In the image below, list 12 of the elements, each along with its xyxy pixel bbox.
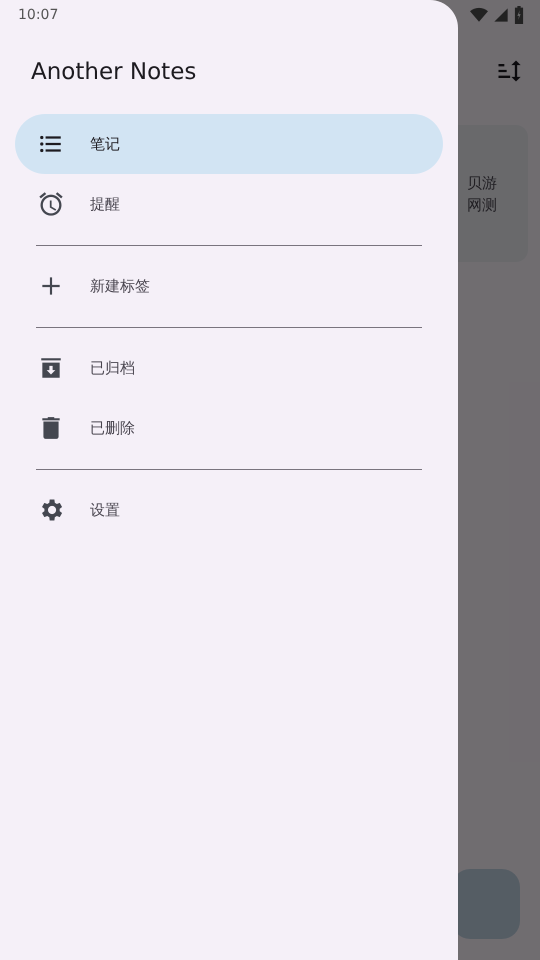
status-time: 10:07	[18, 7, 58, 23]
note-text: 贝游	[467, 172, 497, 192]
note-text: 网测	[467, 194, 497, 214]
battery-icon	[514, 6, 524, 24]
alarm-clock-icon	[37, 190, 65, 218]
app-title: Another Notes	[31, 59, 196, 85]
drawer-item[interactable]: 已归档	[15, 338, 443, 398]
signal-icon	[493, 7, 509, 23]
wifi-icon	[470, 6, 488, 24]
drawer-item[interactable]: 已删除	[15, 398, 443, 458]
drawer-item[interactable]: 设置	[15, 480, 443, 540]
drawer-item[interactable]: 笔记	[15, 114, 443, 174]
